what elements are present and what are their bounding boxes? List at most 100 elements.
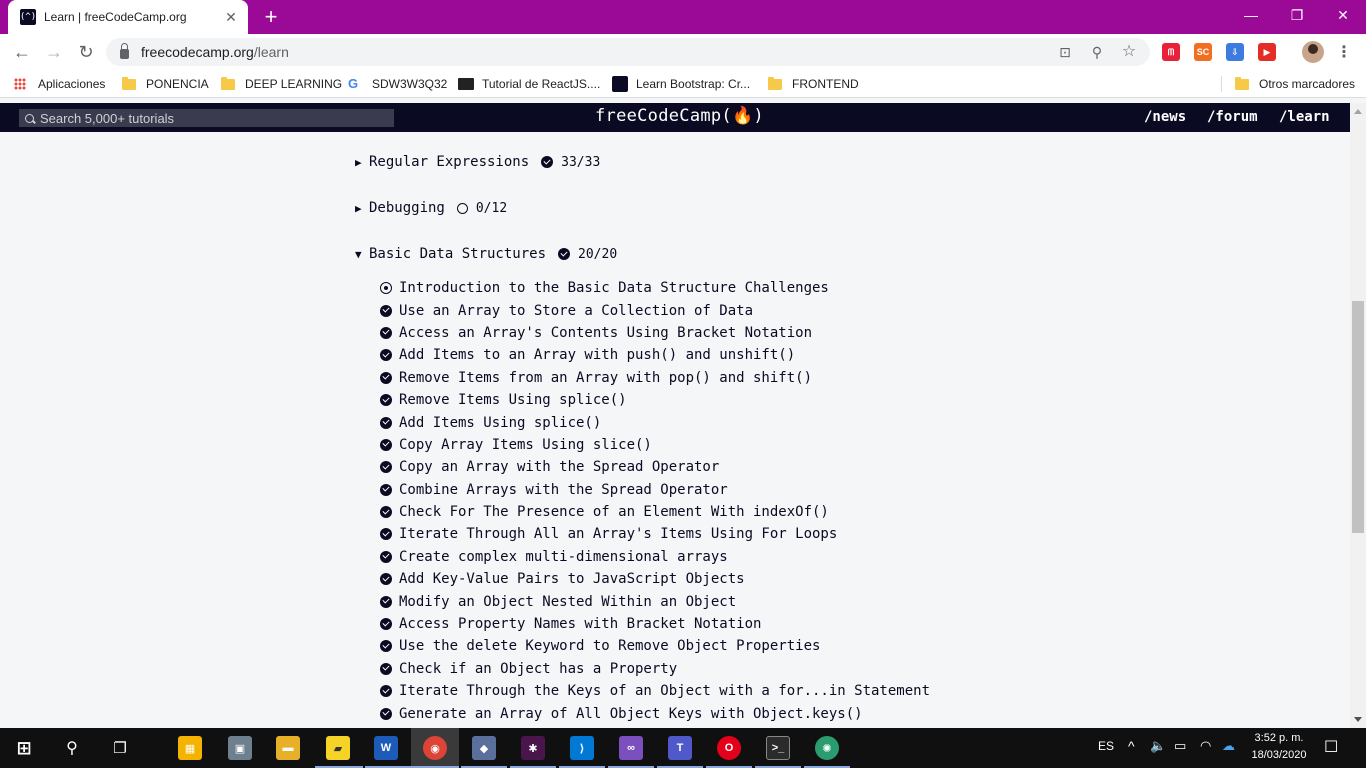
- extension-youtube-icon[interactable]: ▶: [1258, 43, 1276, 61]
- check-icon: [380, 618, 392, 631]
- freecodecamp-logo[interactable]: freeCodeCamp(🔥): [595, 106, 764, 126]
- forward-button[interactable]: →: [42, 40, 66, 64]
- challenge-item[interactable]: Iterate Through All an Array's Items Usi…: [380, 523, 930, 545]
- challenge-title: Use an Array to Store a Collection of Da…: [399, 302, 754, 319]
- file-explorer-icon[interactable]: ▬: [276, 736, 300, 760]
- search-icon[interactable]: ⚲: [60, 736, 84, 760]
- chrome-icon[interactable]: ◉: [423, 736, 447, 760]
- git-icon[interactable]: ◆: [472, 736, 496, 760]
- challenge-item[interactable]: Add Items Using splice(): [380, 411, 930, 433]
- expand-arrow-icon: ▶: [355, 201, 362, 215]
- challenge-item[interactable]: Modify an Object Nested Within an Object: [380, 590, 930, 612]
- bookmark-label: Tutorial de ReactJS....: [482, 77, 601, 91]
- bookmark-label: Aplicaciones: [38, 77, 106, 91]
- reload-button[interactable]: ↻: [74, 40, 98, 64]
- challenge-item[interactable]: Remove Items Using splice(): [380, 389, 930, 411]
- profile-avatar[interactable]: [1302, 41, 1324, 63]
- extension-mega-icon[interactable]: ᗰ: [1162, 43, 1180, 61]
- challenge-item[interactable]: Check For The Presence of an Element Wit…: [380, 501, 930, 523]
- clock-date[interactable]: 18/03/2020: [1250, 749, 1308, 761]
- challenge-item[interactable]: Use the delete Keyword to Remove Object …: [380, 635, 930, 657]
- show-hidden-icons-icon[interactable]: ^: [1128, 738, 1135, 754]
- nav-link-news[interactable]: /news: [1144, 109, 1186, 125]
- volume-icon[interactable]: 🔈: [1150, 738, 1166, 754]
- vscode-icon[interactable]: ⟩: [570, 736, 594, 760]
- block-regular-expressions[interactable]: ▶ Regular Expressions 33/33: [355, 152, 600, 172]
- word-icon[interactable]: W: [374, 736, 398, 760]
- task-view-icon[interactable]: ❐: [108, 736, 132, 760]
- start-icon[interactable]: ⊞: [12, 736, 36, 760]
- browser-tab[interactable]: (^) Learn | freeCodeCamp.org ✕: [8, 0, 248, 34]
- search-input[interactable]: Search 5,000+ tutorials: [19, 109, 394, 127]
- wifi-icon[interactable]: ◠: [1200, 738, 1211, 754]
- challenge-item[interactable]: Add Items to an Array with push() and un…: [380, 344, 930, 366]
- zoom-icon[interactable]: ⚲: [1088, 43, 1106, 61]
- window-close-button[interactable]: ✕: [1320, 0, 1366, 30]
- slack-icon[interactable]: ✱: [521, 736, 545, 760]
- challenge-item[interactable]: Access an Array's Contents Using Bracket…: [380, 322, 930, 344]
- challenge-item[interactable]: Combine Arrays with the Spread Operator: [380, 479, 930, 501]
- electron-icon[interactable]: ✺: [815, 736, 839, 760]
- check-icon: [380, 528, 392, 541]
- opera-icon[interactable]: O: [717, 736, 741, 760]
- challenge-item[interactable]: Copy Array Items Using slice(): [380, 434, 930, 456]
- challenge-item[interactable]: Copy an Array with the Spread Operator: [380, 456, 930, 478]
- bookmark-star-icon[interactable]: ☆: [1120, 43, 1138, 61]
- tab-close-icon[interactable]: ✕: [222, 9, 240, 26]
- challenge-item[interactable]: Remove Items from an Array with pop() an…: [380, 367, 930, 389]
- language-indicator[interactable]: ES: [1098, 739, 1114, 753]
- bookmark-ponencia[interactable]: PONENCIA: [122, 76, 209, 92]
- nav-link-forum[interactable]: /forum: [1207, 109, 1258, 125]
- sticky-notes-icon[interactable]: ▰: [326, 736, 350, 760]
- restore-button[interactable]: ❐: [1274, 0, 1320, 30]
- bookmark-apps[interactable]: Aplicaciones: [14, 76, 105, 92]
- extension-download-icon[interactable]: ⇩: [1226, 43, 1244, 61]
- extension-soundcloud-icon[interactable]: SC: [1194, 43, 1212, 61]
- challenge-title: Iterate Through the Keys of an Object wi…: [399, 683, 931, 700]
- photos-icon[interactable]: ▣: [228, 736, 252, 760]
- notifications-icon[interactable]: ☐: [1324, 737, 1338, 757]
- challenge-item[interactable]: Create complex multi-dimensional arrays: [380, 546, 930, 568]
- onedrive-icon[interactable]: ☁: [1222, 738, 1235, 754]
- fcc-navbar: Search 5,000+ tutorials freeCodeCamp(🔥) …: [0, 103, 1350, 132]
- page-scrollbar[interactable]: [1350, 103, 1366, 728]
- bookmark-frontend[interactable]: FRONTEND: [768, 76, 859, 92]
- address-bar[interactable]: freecodecamp.org/learn ⊡ ⚲ ☆: [106, 38, 1150, 66]
- battery-icon[interactable]: ▭: [1174, 738, 1186, 754]
- challenge-item[interactable]: Introduction to the Basic Data Structure…: [380, 277, 930, 299]
- bookmark-learn-bootstrap[interactable]: Learn Bootstrap: Cr...: [612, 76, 750, 92]
- bookmark-label: FRONTEND: [792, 77, 859, 91]
- challenge-title: Access Property Names with Bracket Notat…: [399, 616, 762, 633]
- minimize-button[interactable]: —: [1228, 0, 1274, 30]
- challenge-item[interactable]: Generate an Array of All Object Keys wit…: [380, 702, 930, 724]
- challenge-item[interactable]: Iterate Through the Keys of an Object wi…: [380, 680, 930, 702]
- bookmark-label: PONENCIA: [146, 77, 209, 91]
- menu-icon[interactable]: ⋮: [1336, 42, 1352, 62]
- terminal-icon[interactable]: >_: [766, 736, 790, 760]
- block-title: Basic Data Structures: [369, 246, 547, 262]
- challenge-item[interactable]: Add Key-Value Pairs to JavaScript Object…: [380, 568, 930, 590]
- freecodecamp-icon: [612, 76, 628, 92]
- store-icon[interactable]: ▦: [178, 736, 202, 760]
- bookmark-other[interactable]: Otros marcadores: [1235, 76, 1355, 92]
- challenge-item[interactable]: Check if an Object has a Property: [380, 658, 930, 680]
- challenge-item[interactable]: Use an Array to Store a Collection of Da…: [380, 299, 930, 321]
- new-tab-button[interactable]: +: [258, 4, 284, 30]
- challenge-item[interactable]: Access Property Names with Bracket Notat…: [380, 613, 930, 635]
- back-button[interactable]: ←: [10, 40, 34, 64]
- lock-icon[interactable]: [120, 42, 129, 59]
- scroll-up-icon[interactable]: [1354, 109, 1362, 114]
- block-debugging[interactable]: ▶ Debugging 0/12: [355, 198, 507, 218]
- block-basic-data-structures[interactable]: ▼ Basic Data Structures 20/20: [355, 244, 617, 264]
- scrollbar-thumb[interactable]: [1352, 301, 1364, 533]
- scroll-down-icon[interactable]: [1354, 717, 1362, 722]
- challenge-title: Generate an Array of All Object Keys wit…: [399, 705, 863, 722]
- bookmark-sdw3w3q32[interactable]: G SDW3W3Q32: [348, 76, 447, 92]
- visual-studio-icon[interactable]: ∞: [619, 736, 643, 760]
- clock-time[interactable]: 3:52 p. m.: [1250, 732, 1308, 744]
- nav-link-learn[interactable]: /learn: [1279, 109, 1330, 125]
- teams-icon[interactable]: T: [668, 736, 692, 760]
- bookmark-deep-learning[interactable]: DEEP LEARNING: [221, 76, 342, 92]
- translate-icon[interactable]: ⊡: [1056, 43, 1074, 61]
- bookmark-react-tutorial[interactable]: Tutorial de ReactJS....: [458, 76, 600, 92]
